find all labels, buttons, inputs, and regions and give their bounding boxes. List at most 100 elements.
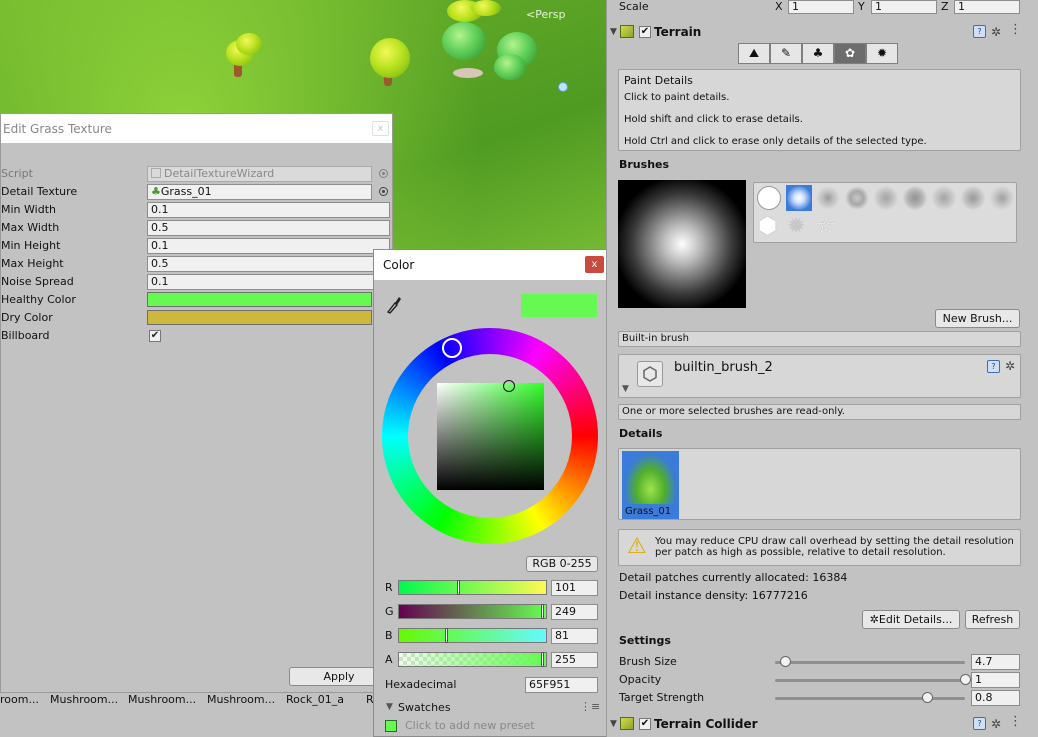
target-strength-slider[interactable] [775,697,965,700]
detail-item-selected[interactable]: Grass_01 [622,451,679,519]
healthy-color-row: Healthy Color [1,291,392,309]
brush-option[interactable] [903,186,927,210]
tree [370,38,410,78]
red-value[interactable]: 101 [551,580,598,596]
scale-z-label: Z [941,0,949,13]
red-slider[interactable] [398,580,547,595]
place-trees-icon[interactable]: ♣ [802,43,834,64]
object-picker-icon[interactable] [379,187,388,196]
opacity-slider-knob[interactable] [960,674,971,685]
saturation-value-square[interactable] [437,383,544,490]
new-brush-button[interactable]: New Brush... [935,309,1020,328]
brush-size-slider-knob[interactable] [779,656,791,667]
scale-z-field[interactable]: 1 [954,0,1020,14]
healthy-color-swatch[interactable] [147,292,372,307]
paint-texture-icon[interactable]: ✎ [770,43,802,64]
brush-option[interactable] [757,186,781,210]
max-width-row: Max Width 0.5 [1,219,392,237]
readonly-note-box: One or more selected brushes are read-on… [618,404,1021,420]
blue-slider[interactable] [398,628,547,643]
alpha-slider-knob[interactable] [541,652,544,667]
brush-hexagon-icon[interactable]: ⬢ [758,215,777,239]
brush-star-outline-icon[interactable]: ☆ [816,215,836,239]
color-mode-dropdown[interactable]: RGB 0-255 [526,556,598,572]
terrain-collider-icon [620,717,634,730]
red-slider-knob[interactable] [457,580,460,595]
edit-details-button[interactable]: ✲Edit Details... [862,610,960,629]
sv-handle[interactable] [503,380,515,392]
component-settings-icon[interactable]: ✲ [1005,360,1015,372]
color-title-bar[interactable]: Color x [374,250,606,280]
brush-option[interactable] [961,186,985,210]
help-book-icon[interactable]: ? [987,360,1000,373]
detail-texture-field[interactable]: ♣Grass_01 [147,184,372,200]
foldout-arrow-icon[interactable]: ▼ [610,27,617,37]
help-book-icon[interactable]: ? [973,25,986,38]
brush-option[interactable] [990,186,1014,210]
brush-size-slider[interactable] [775,661,965,664]
terrain-enabled-checkbox[interactable]: ✔ [639,26,651,38]
swatches-label[interactable]: Swatches [398,701,451,714]
refresh-button[interactable]: Refresh [965,610,1020,629]
asset-item[interactable]: Mushroom... [128,693,196,706]
alpha-slider[interactable] [398,652,547,667]
script-value: DetailTextureWizard [164,167,275,180]
raise-lower-icon[interactable]: ⛰ [738,43,770,64]
paint-details-icon[interactable]: ✿ [834,43,866,64]
alpha-value[interactable]: 255 [551,652,598,668]
settings-icon[interactable]: ✹ [866,43,898,64]
hex-value[interactable]: 65F951 [525,677,598,693]
scale-x-field[interactable]: 1 [788,0,854,14]
brush-option[interactable] [816,186,840,210]
green-slider[interactable] [398,604,547,619]
light-icon[interactable] [558,82,568,92]
inspector-panel: Scale X 1 Y 1 Z 1 ▼ ✔ Terrain ? ✲ ⋮ ⛰ ✎ … [606,0,1038,737]
wizard-close-button[interactable]: x [372,121,389,136]
grass-thumbnail [625,454,676,504]
help-book-icon[interactable]: ? [973,717,986,730]
hue-handle[interactable] [442,338,462,358]
perspective-label[interactable]: <Persp [526,8,565,21]
target-strength-field[interactable]: 0.8 [971,690,1020,706]
blue-slider-knob[interactable] [445,628,448,643]
more-options-icon[interactable]: ⋮ [1009,23,1022,36]
preset-swatch-icon[interactable] [385,720,397,732]
more-options-icon[interactable]: ⋮ [1009,715,1022,728]
foldout-arrow-icon[interactable]: ▼ [610,719,617,729]
billboard-checkbox[interactable]: ✔ [149,330,161,342]
asset-item[interactable]: Mushroom... [50,693,118,706]
eyedropper-icon[interactable] [386,294,402,314]
brush-star-icon[interactable]: ✹ [787,215,805,239]
color-close-button[interactable]: x [585,256,604,273]
max-height-field[interactable]: 0.5 [147,256,390,272]
dry-color-swatch[interactable] [147,310,372,325]
terrain-collider-enabled-checkbox[interactable]: ✔ [639,718,651,730]
wizard-title-bar[interactable]: Edit Grass Texture x [1,114,392,143]
brush-option-selected[interactable] [786,185,812,211]
brush-option[interactable] [932,186,956,210]
min-height-field[interactable]: 0.1 [147,238,390,254]
target-strength-slider-knob[interactable] [922,692,933,703]
asset-item[interactable]: room... [0,693,39,706]
swatches-menu-icon[interactable]: ⋮≡ [580,700,600,713]
foldout-arrow-icon[interactable]: ▼ [622,384,629,394]
scale-y-field[interactable]: 1 [871,0,937,14]
asset-item[interactable]: Mushroom... [207,693,275,706]
add-preset-label[interactable]: Click to add new preset [405,719,535,732]
brush-size-field[interactable]: 4.7 [971,654,1020,670]
component-settings-icon[interactable]: ✲ [991,718,1001,730]
noise-spread-field[interactable]: 0.1 [147,274,390,290]
blue-value[interactable]: 81 [551,628,598,644]
min-width-field[interactable]: 0.1 [147,202,390,218]
brush-option[interactable] [874,186,898,210]
max-width-field[interactable]: 0.5 [147,220,390,236]
opacity-slider[interactable] [775,679,965,682]
green-value[interactable]: 249 [551,604,598,620]
swatches-foldout-icon[interactable]: ▼ [386,702,393,712]
opacity-field[interactable]: 1 [971,672,1020,688]
green-slider-knob[interactable] [541,604,544,619]
brush-option[interactable] [845,186,869,210]
asset-item[interactable]: Rock_01_a [286,693,344,706]
noise-spread-row: Noise Spread 0.1 [1,273,392,291]
component-settings-icon[interactable]: ✲ [991,26,1001,38]
